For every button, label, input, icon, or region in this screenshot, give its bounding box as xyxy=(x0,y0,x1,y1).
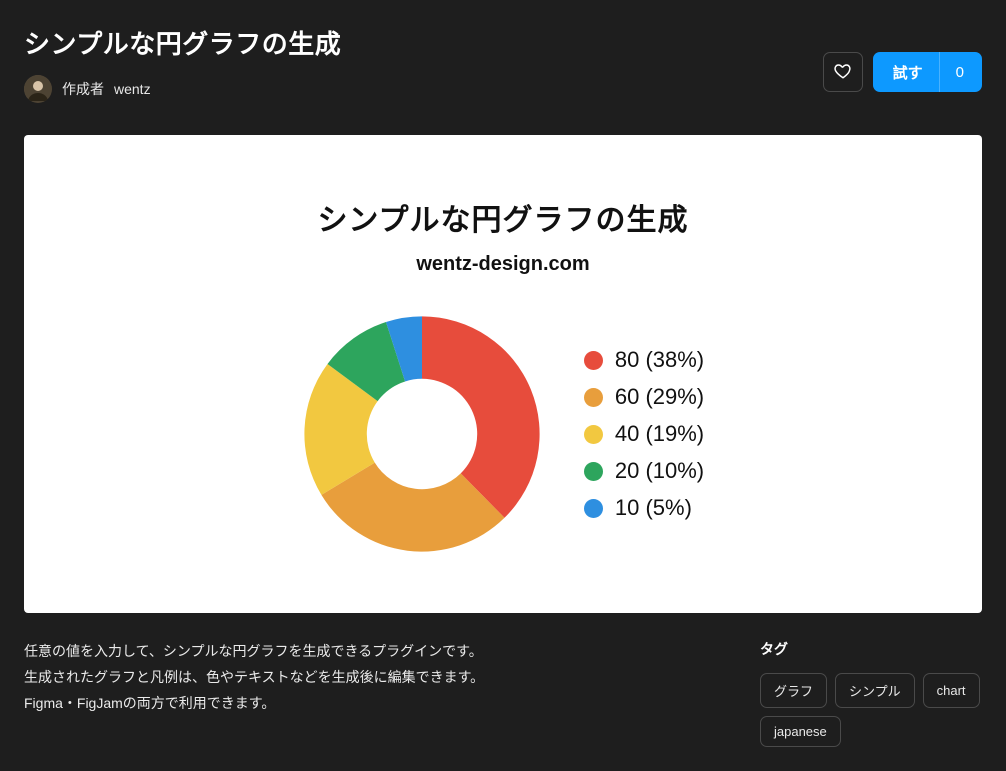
legend-swatch xyxy=(584,351,603,370)
author-name[interactable]: wentz xyxy=(114,81,151,97)
legend-item: 60 (29%) xyxy=(584,384,704,410)
tag[interactable]: chart xyxy=(923,673,980,708)
page-title: シンプルな円グラフの生成 xyxy=(24,24,341,61)
plugin-description: 任意の値を入力して、シンプルな円グラフを生成できるプラグインです。 生成されたグ… xyxy=(24,639,484,747)
pie-chart xyxy=(302,314,542,554)
try-button[interactable]: 試す 0 xyxy=(873,52,982,92)
description-line: Figma・FigJamの両方で利用できます。 xyxy=(24,691,484,717)
legend-swatch xyxy=(584,388,603,407)
legend-label: 10 (5%) xyxy=(615,495,692,521)
legend-item: 10 (5%) xyxy=(584,495,704,521)
like-button[interactable] xyxy=(823,52,863,92)
cover-title: シンプルな円グラフの生成 xyxy=(317,195,688,239)
try-button-label: 試す xyxy=(893,62,923,83)
tag[interactable]: シンプル xyxy=(835,673,915,708)
cover-subtitle: wentz-design.com xyxy=(416,253,589,276)
legend-label: 80 (38%) xyxy=(615,347,704,373)
plugin-cover: シンプルな円グラフの生成 wentz-design.com 80 (38%) 60… xyxy=(24,135,982,613)
heart-icon xyxy=(834,62,852,83)
legend-item: 80 (38%) xyxy=(584,347,704,373)
tag[interactable]: japanese xyxy=(760,716,841,747)
legend-swatch xyxy=(584,462,603,481)
try-button-count: 0 xyxy=(956,64,964,81)
description-line: 生成されたグラフと凡例は、色やテキストなどを生成後に編集できます。 xyxy=(24,665,484,691)
author-row[interactable]: 作成者 wentz xyxy=(24,75,341,103)
legend-item: 40 (19%) xyxy=(584,421,704,447)
legend-swatch xyxy=(584,425,603,444)
legend-item: 20 (10%) xyxy=(584,458,704,484)
tags-list: グラフシンプルchart japanese xyxy=(760,673,982,747)
legend-label: 40 (19%) xyxy=(615,421,704,447)
description-line: 任意の値を入力して、シンプルな円グラフを生成できるプラグインです。 xyxy=(24,639,484,665)
tags-heading: タグ xyxy=(760,639,982,659)
try-button-divider xyxy=(939,52,940,92)
tag[interactable]: グラフ xyxy=(760,673,827,708)
legend-label: 60 (29%) xyxy=(615,384,704,410)
legend-swatch xyxy=(584,499,603,518)
author-label: 作成者 xyxy=(62,79,104,99)
chart-legend: 80 (38%) 60 (29%) 40 (19%) 20 (10%) 10 (5%) xyxy=(584,347,704,521)
author-avatar[interactable] xyxy=(24,75,52,103)
page-header: シンプルな円グラフの生成 作成者 wentz 試す 0 xyxy=(24,24,982,103)
legend-label: 20 (10%) xyxy=(615,458,704,484)
